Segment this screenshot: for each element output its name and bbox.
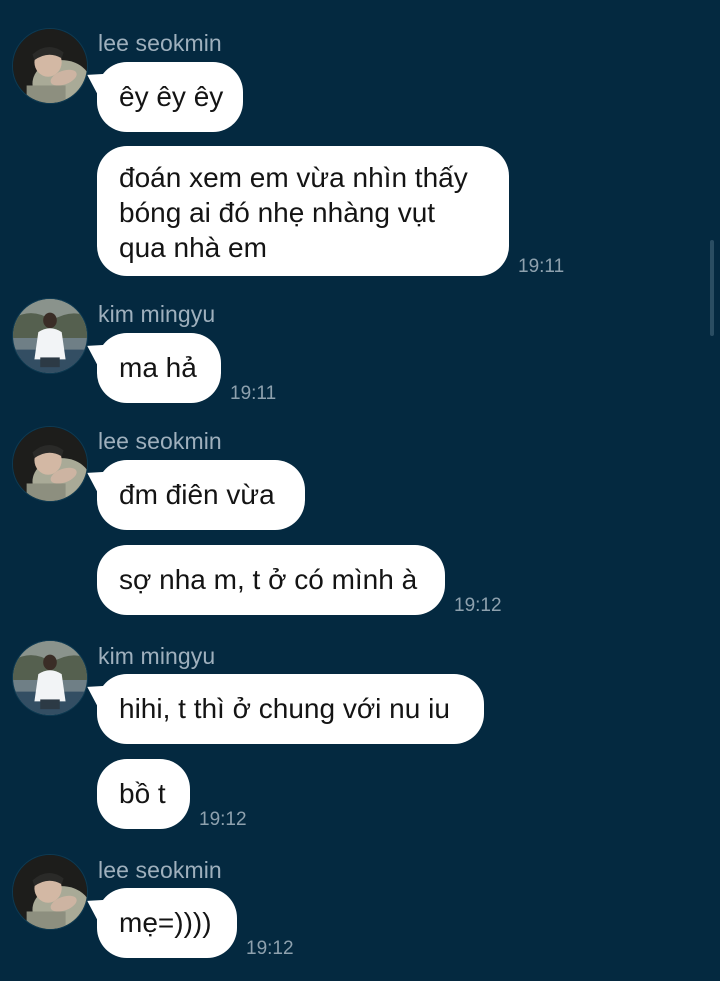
sender-name: lee seokmin <box>98 428 222 454</box>
sender-name: lee seokmin <box>98 30 222 56</box>
message-bubble[interactable]: mẹ=)))) <box>97 888 237 958</box>
avatar-lee-seokmin[interactable] <box>12 426 88 502</box>
message-text: êy êy êy <box>119 81 224 112</box>
message-text: bồ t <box>119 778 166 809</box>
message-bubble[interactable]: đm điên vừa <box>97 460 305 530</box>
message-timestamp: 19:12 <box>246 938 294 959</box>
message-timestamp: 19:12 <box>199 809 247 830</box>
message-text: ma hả <box>119 352 197 383</box>
sender-name: kim mingyu <box>98 643 216 669</box>
avatar-kim-mingyu[interactable] <box>12 640 88 716</box>
message-bubble[interactable]: sợ nha m, t ở có mình à <box>97 545 445 615</box>
message-text: đoán xem em vừa nhìn thấy bóng ai đó nhẹ… <box>119 162 468 263</box>
message-text: hihi, t thì ở chung với nu iu <box>119 693 450 724</box>
message-text: sợ nha m, t ở có mình à <box>119 564 418 595</box>
message-bubble[interactable]: đoán xem em vừa nhìn thấy bóng ai đó nhẹ… <box>97 146 509 276</box>
scrollbar[interactable] <box>710 240 714 336</box>
message-bubble[interactable]: hihi, t thì ở chung với nu iu <box>97 674 484 744</box>
message-timestamp: 19:12 <box>454 595 502 616</box>
sender-name: lee seokmin <box>98 857 222 883</box>
message-text: đm điên vừa <box>119 479 275 510</box>
avatar-kim-mingyu[interactable] <box>12 298 88 374</box>
message-timestamp: 19:11 <box>518 256 565 277</box>
avatar-lee-seokmin[interactable] <box>12 28 88 104</box>
message-text: mẹ=)))) <box>119 907 212 938</box>
message-timestamp: 19:11 <box>230 383 277 404</box>
message-bubble[interactable]: êy êy êy <box>97 62 243 132</box>
chat-message-list[interactable]: lee seokmin êy êy êy đoán xem em vừa nhì… <box>0 0 720 981</box>
sender-name: kim mingyu <box>98 301 216 327</box>
message-bubble[interactable]: bồ t <box>97 759 190 829</box>
avatar-lee-seokmin[interactable] <box>12 854 88 930</box>
message-bubble[interactable]: ma hả <box>97 333 221 403</box>
